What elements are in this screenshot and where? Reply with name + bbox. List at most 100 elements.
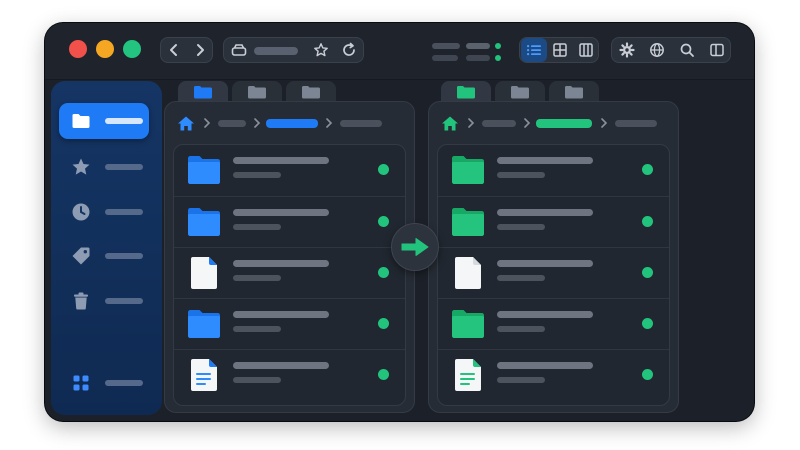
file-meta-placeholder xyxy=(233,326,281,332)
back-button[interactable] xyxy=(161,38,187,62)
sync-status-dot xyxy=(642,216,653,227)
folder-icon xyxy=(248,86,266,99)
sidebar-item-apps[interactable] xyxy=(59,365,149,401)
file-name-placeholder xyxy=(233,157,329,164)
sidebar-item-trash[interactable] xyxy=(59,283,149,319)
folder-icon xyxy=(457,86,475,99)
list-item[interactable] xyxy=(438,298,669,350)
tab-right-2[interactable] xyxy=(495,81,545,103)
sync-status-dot xyxy=(495,43,501,49)
chevron-right-icon xyxy=(524,118,531,128)
navigation-group xyxy=(160,37,213,63)
file-name-placeholder xyxy=(497,311,593,318)
breadcrumb-segment[interactable] xyxy=(482,120,516,127)
file-name-placeholder xyxy=(497,209,593,216)
file-manager-window xyxy=(45,23,754,421)
folder-icon xyxy=(511,86,529,99)
sidebar-item-files[interactable] xyxy=(59,103,149,139)
transfer-button[interactable] xyxy=(391,223,439,271)
list-item[interactable] xyxy=(174,145,405,196)
sync-status-dot xyxy=(642,267,653,278)
search-button[interactable] xyxy=(674,38,700,62)
minimize-button[interactable] xyxy=(96,40,114,58)
globe-icon xyxy=(650,43,664,57)
sidebar-item-label xyxy=(105,298,143,304)
spreadsheet-document-icon xyxy=(455,359,481,391)
sidebar-item-label xyxy=(105,164,143,170)
sync-status-bar xyxy=(466,55,490,61)
list-item[interactable] xyxy=(438,145,669,196)
list-item[interactable] xyxy=(174,196,405,248)
address-bar[interactable] xyxy=(223,37,364,63)
folder-icon xyxy=(188,208,220,236)
columns-view-button[interactable] xyxy=(573,38,599,62)
tab-right-1[interactable] xyxy=(441,81,491,103)
zoom-button[interactable] xyxy=(123,40,141,58)
breadcrumb-segment[interactable] xyxy=(218,120,246,127)
folder-icon xyxy=(452,156,484,184)
sync-status-dot xyxy=(642,164,653,175)
columns-view-icon xyxy=(579,43,593,57)
favorite-button[interactable] xyxy=(308,38,334,62)
grid-view-button[interactable] xyxy=(547,38,573,62)
sidebar xyxy=(51,81,162,415)
file-name-placeholder xyxy=(233,209,329,216)
tools-group xyxy=(611,37,731,63)
refresh-button[interactable] xyxy=(336,38,362,62)
list-item[interactable] xyxy=(174,247,405,299)
file-meta-placeholder xyxy=(497,377,545,383)
sync-status-dot xyxy=(378,267,389,278)
file-meta-placeholder xyxy=(497,326,545,332)
tab-left-1[interactable] xyxy=(178,81,228,103)
refresh-icon xyxy=(343,42,355,56)
file-name-placeholder xyxy=(233,362,329,369)
folder-icon xyxy=(188,310,220,338)
close-button[interactable] xyxy=(69,40,87,58)
sidebar-item-tags[interactable] xyxy=(59,238,149,274)
star-icon xyxy=(314,43,328,57)
forward-button[interactable] xyxy=(187,38,213,62)
search-icon xyxy=(680,43,694,57)
sync-status-dot xyxy=(378,164,389,175)
sidebar-item-label xyxy=(105,118,143,124)
tab-left-2[interactable] xyxy=(232,81,282,103)
list-view-icon xyxy=(527,45,541,56)
sidebar-item-label xyxy=(105,209,143,215)
list-item[interactable] xyxy=(174,349,405,401)
home-icon[interactable] xyxy=(177,115,195,132)
folder-icon xyxy=(188,156,220,184)
tab-right-3[interactable] xyxy=(549,81,599,103)
chevron-right-icon xyxy=(468,118,475,128)
drive-button[interactable] xyxy=(226,38,252,62)
document-icon xyxy=(191,257,217,289)
folder-icon xyxy=(194,86,212,99)
list-item[interactable] xyxy=(438,349,669,401)
network-button[interactable] xyxy=(644,38,670,62)
sidebar-toggle-icon xyxy=(710,43,724,57)
chevron-right-icon xyxy=(601,118,608,128)
file-meta-placeholder xyxy=(497,172,545,178)
list-item[interactable] xyxy=(438,196,669,248)
breadcrumb-current-segment[interactable] xyxy=(536,119,592,128)
tab-left-3[interactable] xyxy=(286,81,336,103)
list-item[interactable] xyxy=(438,247,669,299)
file-meta-placeholder xyxy=(233,377,281,383)
sidebar-item-favorites[interactable] xyxy=(59,149,149,185)
list-item[interactable] xyxy=(174,298,405,350)
settings-button[interactable] xyxy=(614,38,640,62)
file-meta-placeholder xyxy=(233,275,281,281)
sidebar-item-recents[interactable] xyxy=(59,194,149,230)
gear-icon xyxy=(619,42,635,58)
breadcrumb-segment[interactable] xyxy=(340,120,382,127)
file-meta-placeholder xyxy=(497,224,545,230)
sync-status-dot xyxy=(495,55,501,61)
sidebar-toggle-button[interactable] xyxy=(704,38,730,62)
breadcrumb-current-segment[interactable] xyxy=(266,119,318,128)
breadcrumb-segment[interactable] xyxy=(615,120,657,127)
file-name-placeholder xyxy=(497,260,593,267)
home-icon[interactable] xyxy=(441,115,459,132)
list-view-button[interactable] xyxy=(521,38,547,62)
folder-icon xyxy=(565,86,583,99)
breadcrumb xyxy=(165,113,414,133)
sidebar-item-label xyxy=(105,253,143,259)
